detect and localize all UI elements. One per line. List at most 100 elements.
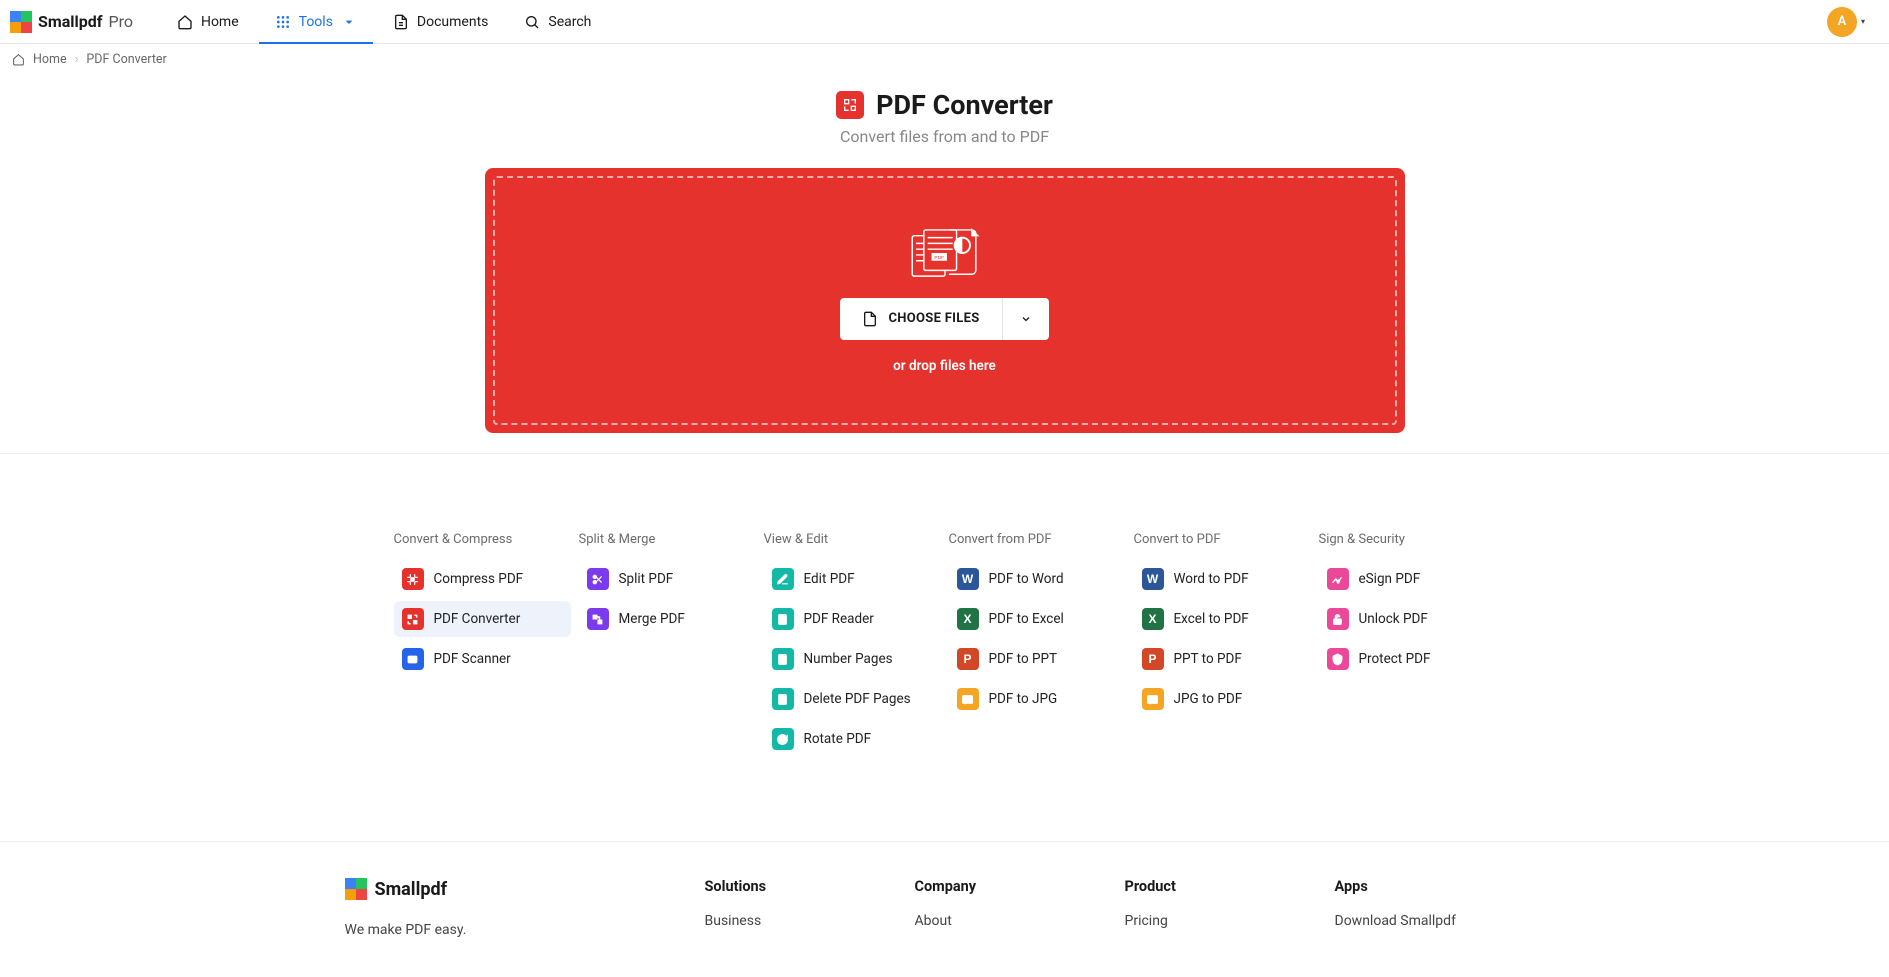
tool-item[interactable]: W Word to PDF bbox=[1134, 561, 1311, 597]
page-title: PDF Converter bbox=[876, 89, 1053, 121]
tool-column-title: View & Edit bbox=[764, 532, 941, 547]
choose-files-button[interactable]: CHOOSE FILES bbox=[840, 298, 1002, 340]
footer-col-title: Solutions bbox=[705, 878, 915, 895]
tool-item[interactable]: P PPT to PDF bbox=[1134, 641, 1311, 677]
tool-column: View & Edit Edit PDF PDF Reader 1Number Pag… bbox=[760, 532, 945, 761]
breadcrumb-home[interactable]: Home bbox=[33, 52, 67, 67]
jpg-icon bbox=[1142, 688, 1164, 710]
footer-col-solutions: Solutions Business bbox=[705, 878, 915, 941]
account-menu[interactable]: A ▾ bbox=[1827, 7, 1865, 37]
tool-item-label: eSign PDF bbox=[1359, 571, 1421, 587]
compress-icon bbox=[402, 568, 424, 590]
footer-col-apps: Apps Download Smallpdf bbox=[1335, 878, 1545, 941]
tool-item-label: PDF to Excel bbox=[989, 611, 1064, 627]
tool-item[interactable]: Delete PDF Pages bbox=[764, 681, 941, 717]
grid-icon bbox=[275, 14, 291, 30]
nav-tools[interactable]: Tools bbox=[259, 0, 373, 43]
tool-column-title: Convert from PDF bbox=[949, 532, 1126, 547]
tool-item[interactable]: PDF Reader bbox=[764, 601, 941, 637]
unlock-icon bbox=[1327, 608, 1349, 630]
footer: Smallpdf We make PDF easy. Solutions Bus… bbox=[0, 841, 1889, 977]
choose-files-label: CHOOSE FILES bbox=[888, 311, 979, 326]
footer-col-title: Company bbox=[915, 878, 1125, 895]
tool-item[interactable]: 1Number Pages bbox=[764, 641, 941, 677]
drop-hint: or drop files here bbox=[893, 358, 996, 374]
nav-tools-label: Tools bbox=[299, 14, 333, 30]
tool-item-label: PDF Converter bbox=[434, 611, 521, 627]
brand-name: Smallpdf bbox=[38, 12, 102, 31]
tool-column-title: Convert to PDF bbox=[1134, 532, 1311, 547]
tool-item[interactable]: W PDF to Word bbox=[949, 561, 1126, 597]
chevron-down-icon bbox=[1020, 313, 1032, 325]
footer-logo[interactable]: Smallpdf bbox=[345, 878, 705, 900]
hero: PDF Converter Convert files from and to … bbox=[0, 75, 1889, 168]
tool-item-label: Word to PDF bbox=[1174, 571, 1249, 587]
tool-item[interactable]: Compress PDF bbox=[394, 561, 571, 597]
X-icon: X bbox=[1142, 608, 1164, 630]
footer-tagline: We make PDF easy. bbox=[345, 922, 705, 938]
tool-item-label: Delete PDF Pages bbox=[804, 691, 911, 707]
search-icon bbox=[524, 14, 540, 30]
tool-item[interactable]: Edit PDF bbox=[764, 561, 941, 597]
split-icon bbox=[587, 568, 609, 590]
tool-item[interactable]: eSign PDF bbox=[1319, 561, 1496, 597]
file-icon bbox=[862, 311, 878, 327]
tool-item[interactable]: X PDF to Excel bbox=[949, 601, 1126, 637]
brand-tier: Pro bbox=[108, 12, 132, 31]
jpg-icon bbox=[957, 688, 979, 710]
tool-item[interactable]: PDF Scanner bbox=[394, 641, 571, 677]
tool-item-label: PPT to PDF bbox=[1174, 651, 1242, 667]
tool-item[interactable]: Protect PDF bbox=[1319, 641, 1496, 677]
nav-search[interactable]: Search bbox=[508, 0, 607, 43]
footer-col-title: Product bbox=[1125, 878, 1335, 895]
primary-nav: Home Tools Documents Search bbox=[161, 0, 607, 43]
breadcrumb-current: PDF Converter bbox=[86, 52, 166, 67]
nav-documents[interactable]: Documents bbox=[377, 0, 504, 43]
breadcrumb-separator: › bbox=[75, 52, 79, 67]
logo-icon bbox=[345, 878, 367, 900]
footer-link[interactable]: About bbox=[915, 913, 1125, 929]
edit-icon bbox=[772, 568, 794, 590]
convert-icon bbox=[402, 608, 424, 630]
tool-item[interactable]: PDF Converter bbox=[394, 601, 571, 637]
tool-column: Convert from PDF W PDF to Word X PDF to Exce… bbox=[945, 532, 1130, 761]
chevron-down-icon bbox=[341, 14, 357, 30]
tool-item-label: Protect PDF bbox=[1359, 651, 1431, 667]
document-icon bbox=[393, 14, 409, 30]
X-icon: X bbox=[957, 608, 979, 630]
tool-item[interactable]: PDF to JPG bbox=[949, 681, 1126, 717]
number-icon: 1 bbox=[772, 648, 794, 670]
tool-column-title: Sign & Security bbox=[1319, 532, 1496, 547]
tool-item-label: Split PDF bbox=[619, 571, 674, 587]
W-icon: W bbox=[1142, 568, 1164, 590]
tool-item[interactable]: PPDF to PPT bbox=[949, 641, 1126, 677]
tool-item-label: Unlock PDF bbox=[1359, 611, 1428, 627]
logo-icon bbox=[10, 11, 32, 33]
footer-link[interactable]: Download Smallpdf bbox=[1335, 913, 1545, 929]
merge-icon bbox=[587, 608, 609, 630]
footer-link[interactable]: Business bbox=[705, 913, 915, 929]
tool-column: Convert to PDF W Word to PDF XExcel to PDF P… bbox=[1130, 532, 1315, 761]
avatar-initial: A bbox=[1838, 14, 1847, 29]
tool-item-label: Compress PDF bbox=[434, 571, 524, 587]
P-icon: P bbox=[1142, 648, 1164, 670]
logo[interactable]: Smallpdf Pro bbox=[10, 11, 133, 33]
footer-col-product: Product Pricing bbox=[1125, 878, 1335, 941]
tool-item[interactable]: Unlock PDF bbox=[1319, 601, 1496, 637]
tool-item-label: PDF to Word bbox=[989, 571, 1064, 587]
dropzone[interactable]: PDF CHOOSE FILES or drop files here bbox=[485, 168, 1405, 433]
tool-item[interactable]: Merge PDF bbox=[579, 601, 756, 637]
avatar: A bbox=[1827, 7, 1857, 37]
rotate-icon bbox=[772, 728, 794, 750]
nav-home[interactable]: Home bbox=[161, 0, 255, 43]
tool-item[interactable]: JPG to PDF bbox=[1134, 681, 1311, 717]
tool-item[interactable]: XExcel to PDF bbox=[1134, 601, 1311, 637]
tool-item[interactable]: Split PDF bbox=[579, 561, 756, 597]
tool-item[interactable]: Rotate PDF bbox=[764, 721, 941, 757]
footer-link[interactable]: Pricing bbox=[1125, 913, 1335, 929]
home-icon bbox=[177, 14, 193, 30]
W-icon: W bbox=[957, 568, 979, 590]
choose-files-dropdown[interactable] bbox=[1003, 298, 1049, 340]
page-subtitle: Convert files from and to PDF bbox=[0, 127, 1889, 146]
reader-icon bbox=[772, 608, 794, 630]
